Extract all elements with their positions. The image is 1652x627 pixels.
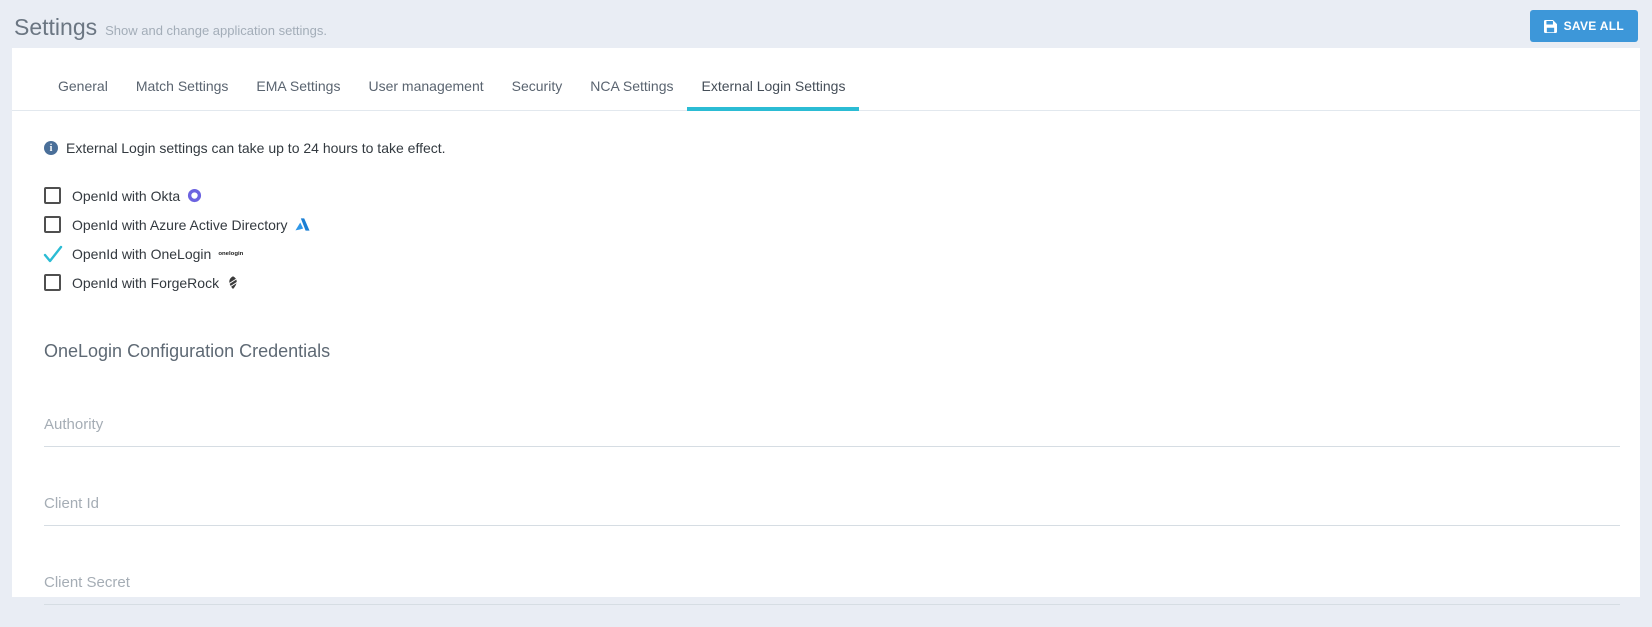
- okta-logo-icon: [187, 188, 202, 203]
- client-id-field-wrap: [44, 491, 1620, 526]
- page-subtitle: Show and change application settings.: [105, 22, 327, 38]
- tab-external-login-settings[interactable]: External Login Settings: [687, 48, 860, 111]
- settings-tabs: General Match Settings EMA Settings User…: [12, 48, 1640, 111]
- forgerock-label: OpenId with ForgeRock: [72, 274, 220, 291]
- authority-field-wrap: [44, 412, 1620, 447]
- provider-row-azure: OpenId with Azure Active Directory: [44, 210, 1620, 239]
- tab-match-settings[interactable]: Match Settings: [122, 48, 243, 111]
- page-header: Settings Show and change application set…: [0, 0, 1652, 48]
- okta-label: OpenId with Okta: [72, 187, 181, 204]
- save-floppy-icon: [1543, 19, 1557, 33]
- tab-content: i External Login settings can take up to…: [12, 140, 1640, 605]
- client-secret-input[interactable]: [44, 570, 1620, 605]
- settings-card: General Match Settings EMA Settings User…: [12, 48, 1640, 605]
- onelogin-checkbox-checked[interactable]: [42, 243, 64, 270]
- provider-row-forgerock: OpenId with ForgeRock: [44, 268, 1620, 297]
- page-title: Settings: [14, 13, 98, 40]
- info-icon: i: [44, 141, 58, 155]
- credentials-form: [44, 412, 1620, 605]
- section-title-onelogin-credentials: OneLogin Configuration Credentials: [44, 341, 331, 361]
- tab-nca-settings[interactable]: NCA Settings: [576, 48, 687, 111]
- provider-list: OpenId with Okta OpenId with Azure Activ…: [42, 181, 1620, 297]
- save-all-button[interactable]: SAVE ALL: [1529, 10, 1638, 42]
- onelogin-logo-icon: onelogin: [218, 250, 244, 257]
- azure-checkbox[interactable]: [44, 216, 61, 233]
- provider-row-onelogin: OpenId with OneLogin onelogin: [42, 239, 1620, 270]
- forgerock-logo-icon: [226, 275, 240, 290]
- authority-input[interactable]: [44, 412, 1620, 447]
- tab-security[interactable]: Security: [498, 48, 577, 111]
- okta-checkbox[interactable]: [44, 187, 61, 204]
- onelogin-label: OpenId with OneLogin: [72, 245, 212, 262]
- provider-row-okta: OpenId with Okta: [44, 181, 1620, 210]
- client-id-input[interactable]: [44, 491, 1620, 526]
- external-login-notice: i External Login settings can take up to…: [44, 140, 1620, 156]
- save-all-label: SAVE ALL: [1563, 19, 1624, 33]
- forgerock-checkbox[interactable]: [44, 274, 61, 291]
- notice-text: External Login settings can take up to 2…: [66, 140, 446, 156]
- azure-label: OpenId with Azure Active Directory: [72, 216, 288, 233]
- tab-user-management[interactable]: User management: [354, 48, 497, 111]
- tab-general[interactable]: General: [44, 48, 122, 111]
- client-secret-field-wrap: [44, 570, 1620, 605]
- azure-logo-icon: [295, 217, 310, 232]
- tab-ema-settings[interactable]: EMA Settings: [242, 48, 354, 111]
